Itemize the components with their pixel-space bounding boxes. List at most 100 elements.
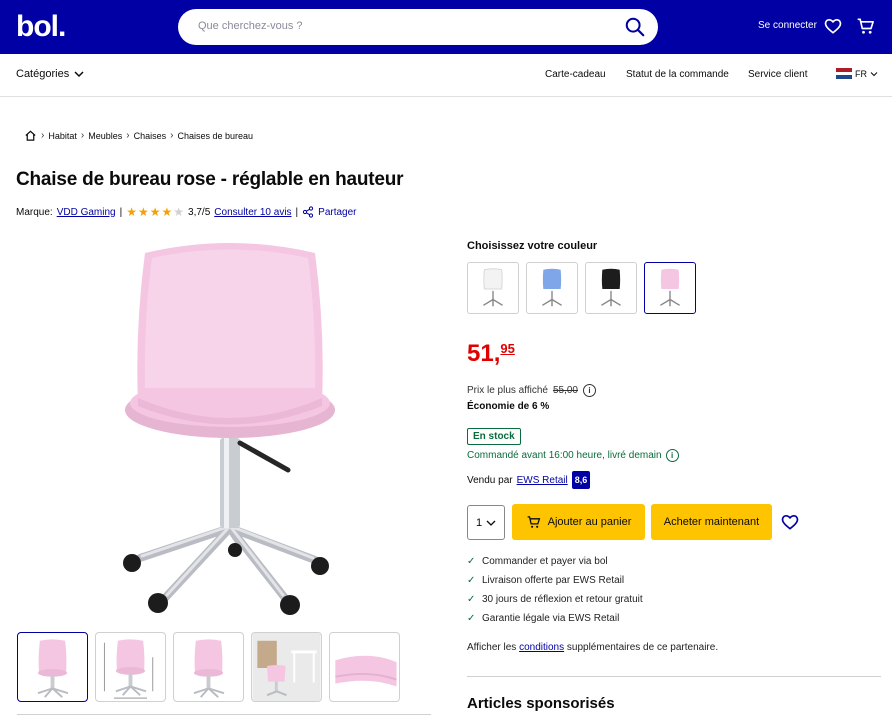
home-icon[interactable] (24, 129, 37, 142)
nl-flag-icon (836, 68, 852, 80)
usp-list: ✓ Commander et payer via bol ✓ Livraison o… (467, 552, 643, 628)
star-icon: ★ (126, 205, 137, 219)
check-icon: ✓ (467, 594, 476, 605)
share-icon[interactable] (302, 206, 314, 218)
star-icon: ★ (149, 205, 161, 219)
thumbnail-5[interactable] (329, 632, 400, 702)
conditions-prefix: Afficher les (467, 642, 517, 653)
breadcrumb-item[interactable]: Chaises de bureau (177, 131, 253, 141)
nav-customer-service[interactable]: Service client (748, 69, 807, 80)
brand-label: Marque: (16, 206, 53, 218)
usp-text: 30 jours de réflexion et retour gratuit (482, 594, 643, 605)
seller-link[interactable]: EWS Retail (517, 475, 568, 486)
product-main-image[interactable] (110, 238, 350, 618)
image-thumbnails (17, 632, 400, 702)
usp-item: ✓ Garantie légale via EWS Retail (467, 609, 643, 628)
buy-now-label: Acheter maintenant (663, 516, 760, 528)
chevron-down-icon (870, 71, 878, 76)
conditions-suffix: supplémentaires de ce partenaire. (566, 642, 719, 653)
reviews-link[interactable]: Consulter 10 avis (214, 207, 291, 218)
check-icon: ✓ (467, 613, 476, 624)
delivery-text: Commandé avant 16:00 heure, livré demain (467, 450, 662, 461)
meta-divider: | (119, 206, 123, 218)
breadcrumb-item[interactable]: Meubles (88, 131, 122, 141)
stock-badge: En stock (467, 428, 521, 445)
check-icon: ✓ (467, 556, 476, 567)
star-icon: ★ (161, 205, 173, 219)
product-title: Chaise de bureau rose - réglable en haut… (16, 169, 404, 190)
cart-icon[interactable] (856, 16, 876, 36)
seller-info: Vendu par EWS Retail 8,6 (467, 471, 591, 489)
language-selector[interactable]: FR (836, 68, 878, 80)
thumbnail-3[interactable] (173, 632, 244, 702)
divider (467, 676, 881, 677)
search-input[interactable]: Que cherchez-vous ? (198, 20, 303, 32)
info-icon[interactable]: i (583, 384, 596, 397)
search-icon[interactable] (624, 16, 646, 38)
usp-item: ✓ Livraison offerte par EWS Retail (467, 571, 643, 590)
conditions-link[interactable]: conditions (519, 642, 564, 653)
sold-by-label: Vendu par (467, 474, 513, 486)
meta-divider: | (295, 206, 299, 218)
usp-text: Garantie légale via EWS Retail (482, 613, 620, 624)
chevron-down-icon (486, 520, 496, 526)
conditions-text: Afficher les conditions supplémentaires … (467, 642, 718, 653)
reference-price: Prix le plus affiché 55,00 i (467, 384, 596, 397)
star-icon: ★ (137, 205, 149, 219)
bol-logo[interactable]: bol. (16, 10, 66, 44)
divider (17, 714, 431, 715)
thumbnail-2[interactable] (95, 632, 166, 702)
add-to-cart-label: Ajouter au panier (547, 516, 632, 528)
breadcrumb-item[interactable]: Habitat (48, 131, 77, 141)
saving-text: Économie de 6 % (467, 401, 550, 412)
color-label: Choisissez votre couleur (467, 240, 598, 252)
delivery-info: Commandé avant 16:00 heure, livré demain… (467, 449, 679, 462)
color-swatch-white[interactable] (467, 262, 519, 314)
search-bar[interactable]: Que cherchez-vous ? (178, 9, 658, 45)
breadcrumb: › Habitat › Meubles › Chaises › Chaises … (24, 129, 253, 142)
quantity-value: 1 (475, 516, 483, 529)
sponsored-heading: Articles sponsorisés (467, 695, 615, 712)
secondary-nav: Catégories Carte-cadeau Statut de la com… (0, 54, 892, 97)
usp-item: ✓ 30 jours de réflexion et retour gratuit (467, 590, 643, 609)
chevron-down-icon (74, 71, 84, 78)
color-swatches (467, 262, 696, 314)
add-to-cart-button[interactable]: Ajouter au panier (512, 504, 645, 540)
buy-now-button[interactable]: Acheter maintenant (651, 504, 772, 540)
check-icon: ✓ (467, 575, 476, 586)
info-icon[interactable]: i (665, 449, 679, 462)
breadcrumb-separator: › (126, 130, 130, 141)
price-main: 51, (467, 340, 501, 367)
price: 51, 95 (467, 340, 515, 368)
cart-icon (527, 516, 540, 528)
seller-rating-badge: 8,6 (571, 471, 591, 489)
login-link[interactable]: Se connecter (758, 20, 817, 31)
categories-menu[interactable]: Catégories (16, 68, 85, 80)
color-swatch-black[interactable] (585, 262, 637, 314)
thumbnail-1[interactable] (17, 632, 88, 702)
usp-item: ✓ Commander et payer via bol (467, 552, 643, 571)
categories-label: Catégories (16, 68, 70, 80)
breadcrumb-separator: › (41, 130, 45, 141)
nav-order-status[interactable]: Statut de la commande (626, 69, 729, 80)
top-bar: bol. Que cherchez-vous ? Se connecter (0, 0, 892, 54)
breadcrumb-separator: › (170, 130, 174, 141)
star-icon: ★ (173, 205, 185, 219)
wishlist-heart-icon[interactable] (780, 512, 800, 532)
color-swatch-blue[interactable] (526, 262, 578, 314)
color-swatch-pink[interactable] (644, 262, 696, 314)
breadcrumb-item[interactable]: Chaises (134, 131, 167, 141)
product-meta: Marque: VDD Gaming | ★ ★ ★ ★ ★ 3,7/5 Con… (16, 206, 357, 218)
rating-stars: ★ ★ ★ ★ ★ (126, 206, 184, 218)
breadcrumb-separator: › (80, 130, 85, 141)
thumbnail-4[interactable] (251, 632, 322, 702)
heart-icon[interactable] (823, 16, 843, 36)
reference-price-label: Prix le plus affiché (467, 385, 548, 396)
nav-gift-card[interactable]: Carte-cadeau (545, 69, 606, 80)
price-cents: 95 (500, 341, 515, 356)
share-link[interactable]: Partager (318, 207, 356, 218)
language-label: FR (855, 68, 867, 79)
brand-link[interactable]: VDD Gaming (57, 207, 116, 218)
quantity-select[interactable]: 1 (467, 505, 505, 540)
usp-text: Livraison offerte par EWS Retail (482, 575, 625, 586)
